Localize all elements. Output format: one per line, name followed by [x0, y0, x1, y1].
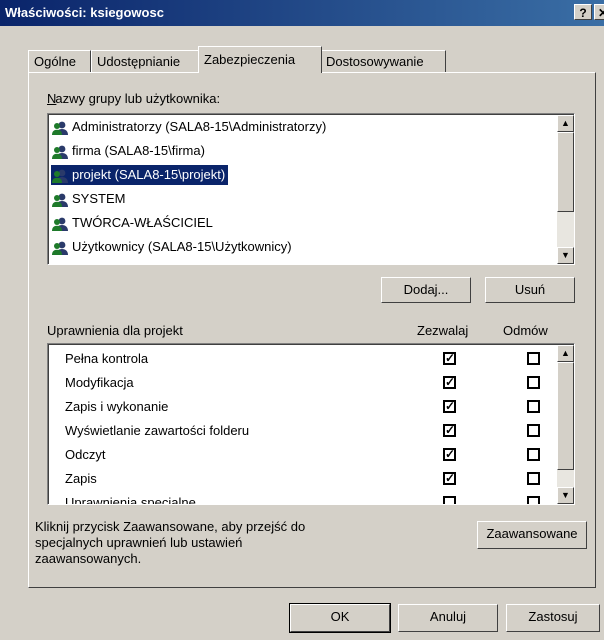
permission-row: Uprawnienia specjalne	[49, 491, 569, 504]
group-list-item-label: Użytkownicy (SALA8-15\Użytkownicy)	[72, 239, 292, 254]
tab-zabezpieczenia[interactable]: Zabezpieczenia	[198, 46, 322, 73]
deny-checkbox[interactable]	[527, 424, 540, 437]
deny-checkbox[interactable]	[527, 376, 540, 389]
tab-udostepnianie[interactable]: Udostępnianie	[91, 50, 200, 72]
tab-ogolne[interactable]: Ogólne	[28, 50, 91, 72]
advanced-button-label: Zaawansowane	[486, 526, 578, 541]
permission-name: Zapis	[65, 471, 97, 486]
scroll-thumb[interactable]	[557, 132, 574, 212]
allow-checkbox[interactable]: ✓	[443, 472, 456, 485]
group-list-item-label: Administratorzy (SALA8-15\Administratorz…	[72, 119, 327, 134]
add-button-label: Dodaj...	[403, 282, 449, 297]
permission-row: Wyświetlanie zawartości folderu ✓	[49, 419, 569, 443]
apply-button[interactable]: Zastosuj	[506, 604, 600, 632]
scroll-up-icon[interactable]: ▲	[557, 115, 574, 132]
user-group-icon	[51, 119, 69, 137]
group-list-item-label: TWÓRCA-WŁAŚCICIEL	[72, 215, 213, 230]
group-list-item-label: projekt (SALA8-15\projekt)	[72, 167, 226, 182]
title-bar[interactable]: Właściwości: ksiegowosc ? ✕	[0, 0, 604, 26]
group-list-item[interactable]: Administratorzy (SALA8-15\Administratorz…	[51, 117, 329, 137]
remove-button-label: Usuń	[514, 282, 546, 297]
permission-row: Zapis ✓	[49, 467, 569, 491]
group-list-item[interactable]: TWÓRCA-WŁAŚCICIEL	[51, 213, 216, 233]
group-list-item[interactable]: Użytkownicy (SALA8-15\Użytkownicy)	[51, 237, 295, 257]
permission-name: Uprawnienia specjalne	[65, 495, 196, 504]
allow-checkbox[interactable]: ✓	[443, 352, 456, 365]
scroll-up-icon[interactable]: ▲	[557, 345, 574, 362]
close-button[interactable]: ✕	[594, 4, 604, 20]
user-group-icon	[51, 215, 69, 233]
allow-checkbox[interactable]: ✓	[443, 376, 456, 389]
properties-dialog: Właściwości: ksiegowosc ? ✕ Ogólne Udost…	[0, 0, 604, 640]
allow-column-header: Zezwalaj	[417, 323, 469, 338]
user-group-icon	[51, 191, 69, 209]
ok-button[interactable]: OK	[289, 603, 391, 633]
groups-listbox[interactable]: Administratorzy (SALA8-15\Administratorz…	[47, 113, 575, 265]
group-list-item[interactable]: projekt (SALA8-15\projekt)	[51, 165, 229, 185]
window-title: Właściwości: ksiegowosc	[5, 5, 164, 20]
help-button[interactable]: ?	[574, 4, 592, 20]
cancel-button-label: Anuluj	[429, 609, 467, 624]
permissions-scrollbar[interactable]: ▲ ▼	[557, 345, 574, 504]
deny-checkbox[interactable]	[527, 496, 540, 504]
permission-row: Modyfikacja ✓	[49, 371, 569, 395]
advanced-hint-line1: Kliknij przycisk Zaawansowane, aby przej…	[35, 519, 306, 534]
permission-name: Wyświetlanie zawartości folderu	[65, 423, 250, 438]
add-button[interactable]: Dodaj...	[381, 277, 471, 303]
tab-dostosowywanie[interactable]: Dostosowywanie	[320, 50, 446, 72]
permission-name: Pełna kontrola	[65, 351, 149, 366]
security-panel: Nazwy grupy lub użytkownika: Administrat…	[28, 72, 596, 588]
permission-name: Odczyt	[65, 447, 106, 462]
permission-row: Pełna kontrola ✓	[49, 347, 569, 371]
remove-button[interactable]: Usuń	[485, 277, 575, 303]
deny-checkbox[interactable]	[527, 448, 540, 461]
allow-checkbox[interactable]: ✓	[443, 448, 456, 461]
ok-button-label: OK	[330, 609, 350, 624]
permission-name: Modyfikacja	[65, 375, 134, 390]
advanced-hint-line3: zaawansowanych.	[35, 551, 142, 566]
scroll-down-icon[interactable]: ▼	[557, 487, 574, 504]
scroll-thumb[interactable]	[557, 362, 574, 470]
permissions-listbox[interactable]: Pełna kontrola ✓ Modyfikacja ✓ Zapis i wykon…	[47, 343, 575, 505]
groups-label-text: azwy grupy lub użytkownika:	[55, 91, 221, 106]
allow-checkbox[interactable]	[443, 496, 456, 504]
scroll-down-icon[interactable]: ▼	[557, 247, 574, 264]
deny-checkbox[interactable]	[527, 352, 540, 365]
cancel-button[interactable]: Anuluj	[398, 604, 498, 632]
permission-row: Zapis i wykonanie ✓	[49, 395, 569, 419]
advanced-hint-line2: specjalnych uprawnień lub ustawień	[35, 535, 243, 550]
groups-label: Nazwy grupy lub użytkownika:	[47, 91, 221, 106]
deny-checkbox[interactable]	[527, 472, 540, 485]
deny-checkbox[interactable]	[527, 400, 540, 413]
permission-name: Zapis i wykonanie	[65, 399, 169, 414]
deny-column-header: Odmów	[503, 323, 548, 338]
group-list-item[interactable]: firma (SALA8-15\firma)	[51, 141, 208, 161]
allow-checkbox[interactable]: ✓	[443, 400, 456, 413]
apply-button-label: Zastosuj	[528, 609, 578, 624]
user-icon	[51, 167, 69, 185]
permissions-label: Uprawnienia dla projekt	[47, 323, 183, 338]
permission-row: Odczyt ✓	[49, 443, 569, 467]
user-group-icon	[51, 239, 69, 257]
groups-scrollbar[interactable]: ▲ ▼	[557, 115, 574, 264]
allow-checkbox[interactable]: ✓	[443, 424, 456, 437]
group-list-item-label: firma (SALA8-15\firma)	[72, 143, 205, 158]
group-list-item-label: SYSTEM	[72, 191, 126, 206]
advanced-button[interactable]: Zaawansowane	[477, 521, 587, 549]
user-group-icon	[51, 143, 69, 161]
group-list-item[interactable]: SYSTEM	[51, 189, 128, 209]
